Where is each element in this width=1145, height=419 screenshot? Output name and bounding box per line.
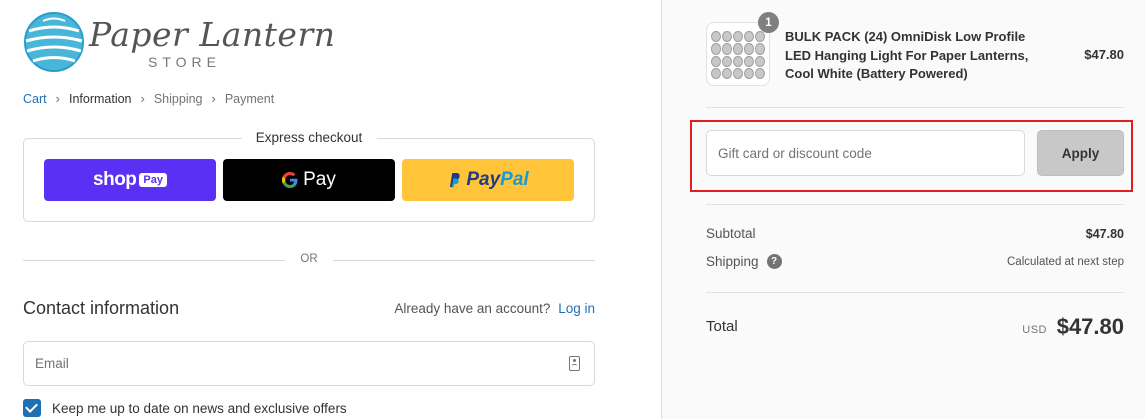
account-prompt-text: Already have an account? [394, 301, 551, 316]
disc [733, 31, 743, 43]
brand-subtitle: STORE [148, 54, 221, 70]
paypal-button[interactable]: PayPal [402, 159, 574, 201]
disc [733, 43, 743, 55]
disc [722, 31, 732, 43]
google-pay-label: Pay [303, 169, 336, 190]
or-text: OR [300, 253, 318, 265]
summary-divider [706, 292, 1124, 293]
shipping-label-group: Shipping ? [706, 254, 782, 269]
contact-information-heading: Contact information [23, 298, 180, 318]
disc [733, 55, 743, 67]
disc [711, 55, 721, 67]
quantity-badge: 1 [758, 12, 779, 33]
subtotal-value: $47.80 [1085, 226, 1124, 241]
shipping-value: Calculated at next step [1007, 255, 1124, 268]
disc [755, 67, 765, 79]
express-checkout-panel: Express checkout shop Pay Pay PayPal [23, 130, 595, 222]
disc [755, 55, 765, 67]
total-amount: $47.80 [1056, 314, 1124, 339]
disc [755, 31, 765, 43]
product-image-discs [711, 31, 765, 79]
divider-line [333, 260, 595, 261]
paypal-label: PayPal [466, 169, 528, 191]
help-question-icon[interactable]: ? [766, 254, 782, 269]
disc [722, 67, 732, 79]
shop-pay-label: shop [93, 169, 137, 190]
disc [733, 67, 743, 79]
product-name: BULK PACK (24) OmniDisk Low Profile LED … [785, 29, 1029, 81]
chevron-right-icon: › [55, 91, 60, 106]
shop-pay-badge: Pay [139, 173, 167, 187]
express-checkout-title: Express checkout [241, 130, 377, 145]
divider-line [23, 260, 285, 261]
paypal-label-part1: Pay [466, 169, 501, 190]
order-line-item: 1 BULK PACK (24) OmniDisk Low Profile LE… [706, 12, 1124, 86]
disc [722, 55, 732, 67]
paypal-label-part2: Pal [500, 169, 529, 190]
newsletter-label[interactable]: Keep me up to date on news and exclusive… [52, 401, 347, 416]
total-row: Total USD $47.80 [706, 312, 1124, 342]
newsletter-checkbox[interactable] [23, 399, 41, 417]
product-price: $47.80 [1084, 47, 1124, 62]
currency-code: USD [1022, 324, 1047, 336]
contact-card-icon[interactable] [569, 356, 580, 371]
google-g-icon [282, 172, 298, 188]
order-summary: 1 BULK PACK (24) OmniDisk Low Profile LE… [661, 0, 1145, 419]
summary-divider [706, 107, 1124, 108]
disc [744, 31, 754, 43]
account-prompt: Already have an account? Log in [394, 301, 595, 316]
breadcrumb-information: Information [68, 91, 132, 106]
disc [755, 43, 765, 55]
newsletter-option[interactable]: Keep me up to date on news and exclusive… [23, 399, 347, 417]
disc [744, 43, 754, 55]
paypal-p-icon [450, 173, 460, 188]
checkout-main: Paper Lantern STORE Cart › Information ›… [0, 0, 661, 419]
breadcrumb-cart[interactable]: Cart [23, 92, 47, 106]
product-thumbnail: 1 [706, 12, 779, 86]
total-label: Total [706, 318, 738, 335]
disc [744, 67, 754, 79]
summary-divider [706, 204, 1124, 205]
breadcrumb: Cart › Information › Shipping › Payment [23, 91, 274, 106]
subtotal-row: Subtotal $47.80 [706, 226, 1124, 241]
shipping-row: Shipping ? Calculated at next step [706, 254, 1124, 269]
chevron-right-icon: › [140, 91, 145, 106]
subtotal-label: Subtotal [706, 226, 756, 241]
breadcrumb-payment: Payment [224, 91, 275, 106]
google-pay-button[interactable]: Pay [223, 159, 395, 201]
chevron-right-icon: › [211, 91, 216, 106]
store-logo[interactable]: Paper Lantern STORE [23, 11, 335, 73]
discount-code-input[interactable] [706, 130, 1025, 176]
email-input[interactable] [35, 356, 535, 371]
or-divider: OR [23, 253, 595, 269]
disc [711, 31, 721, 43]
brand-name: Paper Lantern [89, 15, 336, 54]
breadcrumb-shipping: Shipping [153, 91, 203, 106]
email-field[interactable] [23, 341, 595, 386]
login-link[interactable]: Log in [558, 301, 595, 316]
disc [722, 43, 732, 55]
disc [711, 67, 721, 79]
shop-pay-button[interactable]: shop Pay [44, 159, 216, 201]
disc [744, 55, 754, 67]
logo-globe-icon [24, 12, 84, 72]
apply-discount-button[interactable]: Apply [1037, 130, 1124, 176]
shipping-label: Shipping [706, 254, 759, 269]
disc [711, 43, 721, 55]
